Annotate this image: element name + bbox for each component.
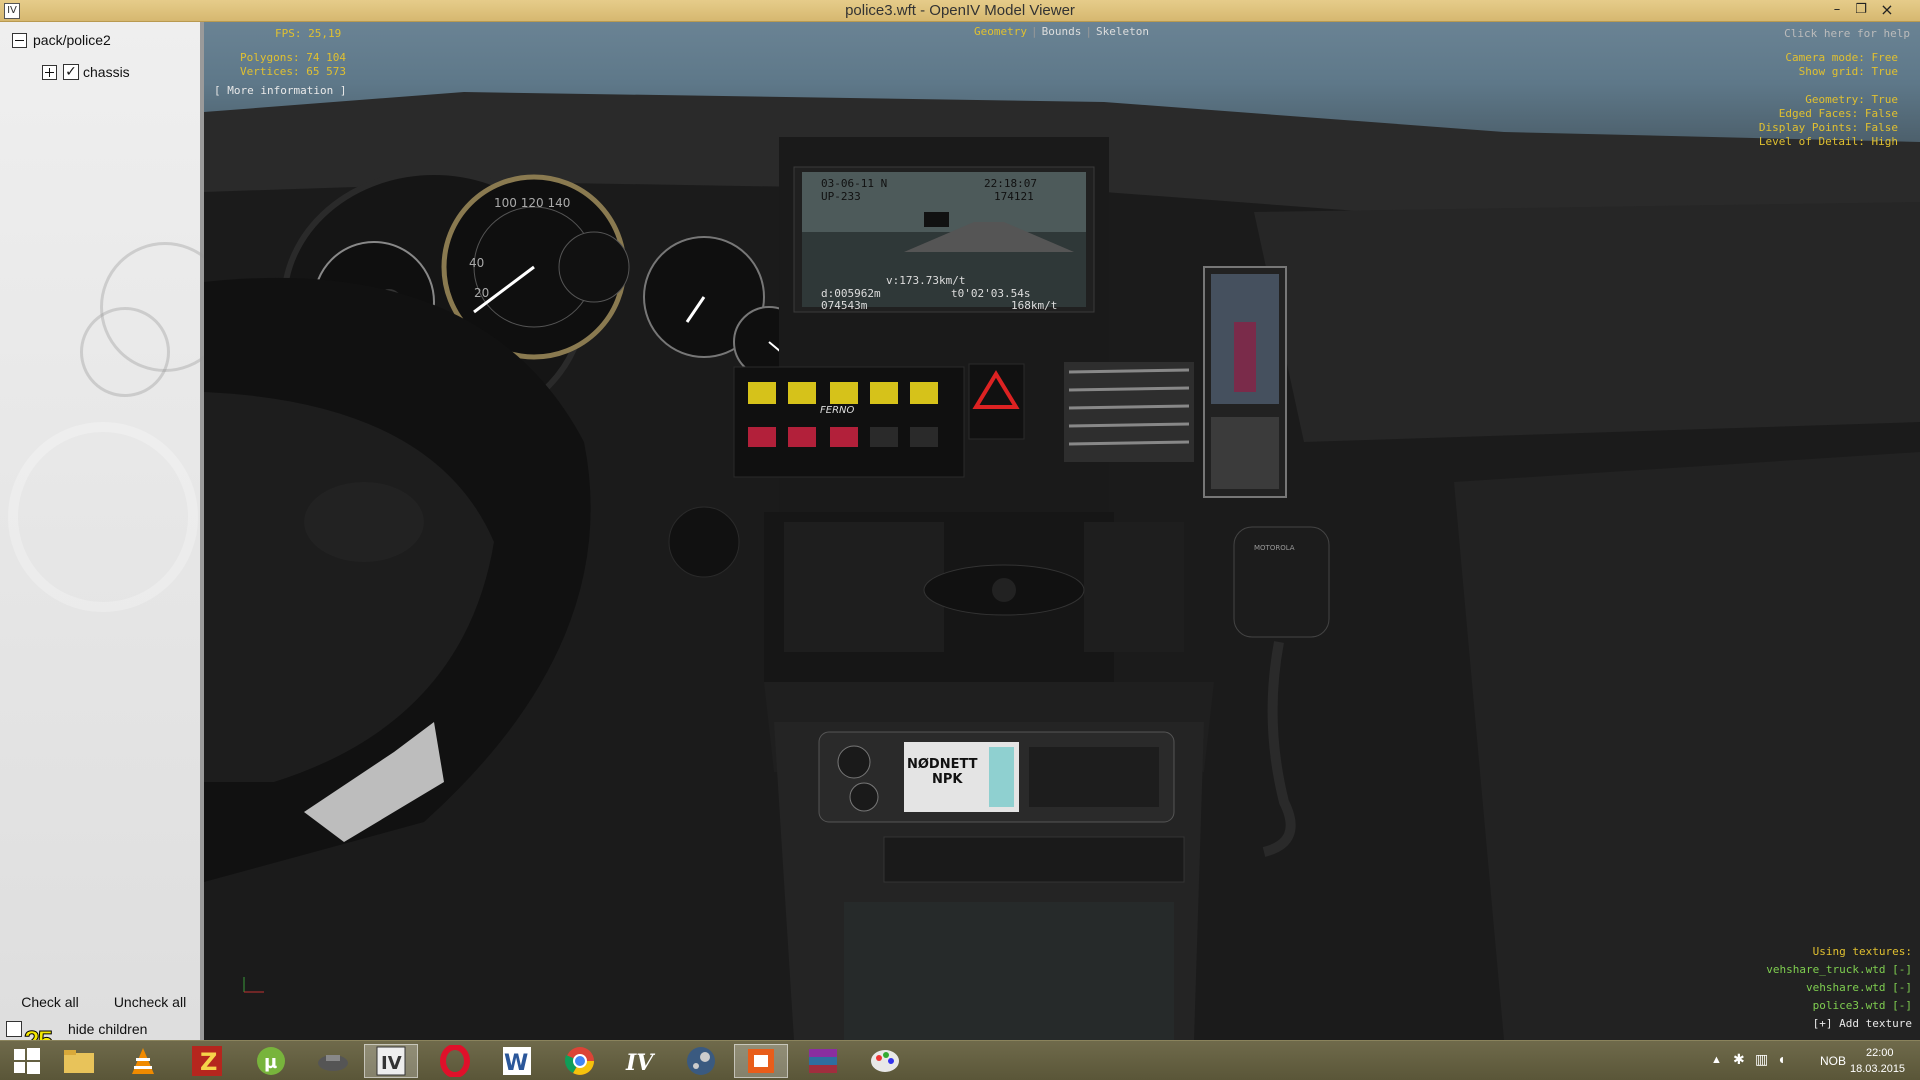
device-icon[interactable]: ▥: [1755, 1051, 1768, 1068]
office-icon[interactable]: [734, 1044, 788, 1078]
utorrent-icon[interactable]: µ: [244, 1044, 298, 1078]
fps-readout: FPS: 25,19: [275, 27, 342, 40]
openiv-icon[interactable]: IV: [364, 1044, 418, 1078]
view-mode-tabs: Geometry | Bounds | Skeleton: [970, 25, 1153, 38]
screen-time: 22:18:07: [984, 177, 1037, 190]
svg-text:20: 20: [474, 286, 489, 300]
steering-wheel-ghost: [8, 422, 198, 612]
maximize-button[interactable]: ❐: [1850, 0, 1872, 20]
chassis-checkbox[interactable]: ✓: [63, 64, 79, 80]
word-icon[interactable]: W: [490, 1044, 544, 1078]
screen-plate: UP-233: [821, 190, 861, 203]
polygons-readout: Polygons: 74 104: [240, 51, 346, 64]
file-explorer-icon[interactable]: [52, 1044, 106, 1078]
svg-text:100 120 140: 100 120 140: [494, 196, 570, 210]
uncheck-all-button[interactable]: Uncheck all: [100, 990, 200, 1014]
texture-item[interactable]: vehshare.wtd [-]: [1806, 981, 1912, 994]
expand-icon[interactable]: [42, 64, 57, 80]
add-texture-link[interactable]: [+] Add texture: [1813, 1017, 1912, 1030]
texture-item[interactable]: police3.wtd [-]: [1813, 999, 1912, 1012]
svg-text:µ: µ: [264, 1052, 277, 1073]
tab-skeleton[interactable]: Skeleton: [1092, 25, 1153, 38]
svg-text:IV: IV: [625, 1050, 655, 1075]
filezilla-icon[interactable]: Z: [180, 1044, 234, 1078]
help-link[interactable]: Click here for help: [1784, 27, 1910, 40]
screen-code: 174121: [994, 190, 1034, 203]
tree-item-chassis[interactable]: ✓ chassis: [42, 62, 130, 82]
3d-viewport[interactable]: 100 120 140 40 20 03-06-11 N 22:18:07 UP…: [204, 22, 1920, 1040]
tree-root-item[interactable]: pack/police2: [12, 30, 111, 50]
gta-iv-icon[interactable]: IV: [614, 1044, 668, 1078]
check-buttons-row: Check all Uncheck all: [0, 990, 200, 1014]
more-information-link[interactable]: [ More information ]: [214, 84, 346, 97]
opera-icon[interactable]: [428, 1044, 482, 1078]
car-interior-render: 100 120 140 40 20: [204, 92, 1920, 1040]
vertices-readout: Vertices: 65 573: [240, 65, 346, 78]
volume-icon[interactable]: ◖: [1777, 1051, 1785, 1067]
svg-text:Z: Z: [200, 1048, 217, 1076]
screen-speed: v:173.73km/t: [886, 274, 966, 287]
gauge-ghost: [80, 307, 170, 397]
steam-icon[interactable]: [674, 1044, 728, 1078]
camera-mode-readout[interactable]: Camera mode: Free: [1785, 51, 1898, 64]
clock-date[interactable]: 18.03.2015: [1850, 1063, 1905, 1075]
tray-expand-icon[interactable]: ▲: [1711, 1054, 1722, 1066]
svg-text:40: 40: [469, 256, 484, 270]
check-all-button[interactable]: Check all: [0, 990, 100, 1014]
tab-bounds[interactable]: Bounds: [1038, 25, 1086, 38]
ferno-label: FERNO: [820, 405, 855, 416]
start-button[interactable]: [0, 1044, 54, 1078]
paint-icon[interactable]: [858, 1044, 912, 1078]
hide-children-checkbox[interactable]: [6, 1021, 22, 1037]
collapse-icon[interactable]: [12, 32, 27, 48]
using-textures-label: Using textures:: [1812, 945, 1912, 958]
texture-item[interactable]: vehshare_truck.wtd [-]: [1766, 963, 1912, 976]
chrome-icon[interactable]: [553, 1044, 607, 1078]
minimize-button[interactable]: –: [1826, 0, 1848, 20]
window-title: police3.wft - OpenIV Model Viewer: [845, 2, 1075, 19]
screen-date: 03-06-11 N: [821, 177, 888, 190]
motorola-label: MOTOROLA: [1254, 544, 1295, 552]
radio-line2: NPK: [932, 772, 963, 787]
model-tree-panel: pack/police2 ✓ chassis Check all Uncheck…: [0, 22, 230, 1056]
title-bar[interactable]: IV police3.wft - OpenIV Model Viewer – ❐…: [0, 0, 1920, 22]
screen-odometer: 074543m: [821, 299, 868, 312]
tab-geometry[interactable]: Geometry: [970, 25, 1031, 38]
hide-children-label: hide children: [68, 1021, 148, 1037]
network-icon[interactable]: ✱: [1733, 1051, 1745, 1068]
close-button[interactable]: ×: [1876, 0, 1898, 20]
edged-faces-readout[interactable]: Edged Faces: False: [1779, 107, 1898, 120]
gta-tool-icon[interactable]: [306, 1044, 360, 1078]
geometry-readout[interactable]: Geometry: True: [1805, 93, 1898, 106]
winrar-icon[interactable]: [796, 1044, 850, 1078]
input-language[interactable]: NOB: [1820, 1054, 1846, 1068]
taskbar: Z µ IV W IV ▲ ✱ ▥ ◖ NOB 22:00 18.03.2015: [0, 1040, 1920, 1080]
screen-speed2: 168km/t: [1011, 299, 1058, 312]
svg-text:W: W: [504, 1051, 528, 1076]
tree-root-label: pack/police2: [33, 32, 111, 48]
level-of-detail-readout[interactable]: Level of Detail: High: [1759, 135, 1898, 148]
show-grid-readout[interactable]: Show grid: True: [1799, 65, 1898, 78]
tree-item-label: chassis: [83, 64, 130, 80]
svg-text:IV: IV: [381, 1053, 402, 1074]
display-points-readout[interactable]: Display Points: False: [1759, 121, 1898, 134]
vlc-icon[interactable]: [116, 1044, 170, 1078]
radio-brand: NØDNETT: [907, 757, 978, 772]
clock-time[interactable]: 22:00: [1866, 1047, 1894, 1059]
